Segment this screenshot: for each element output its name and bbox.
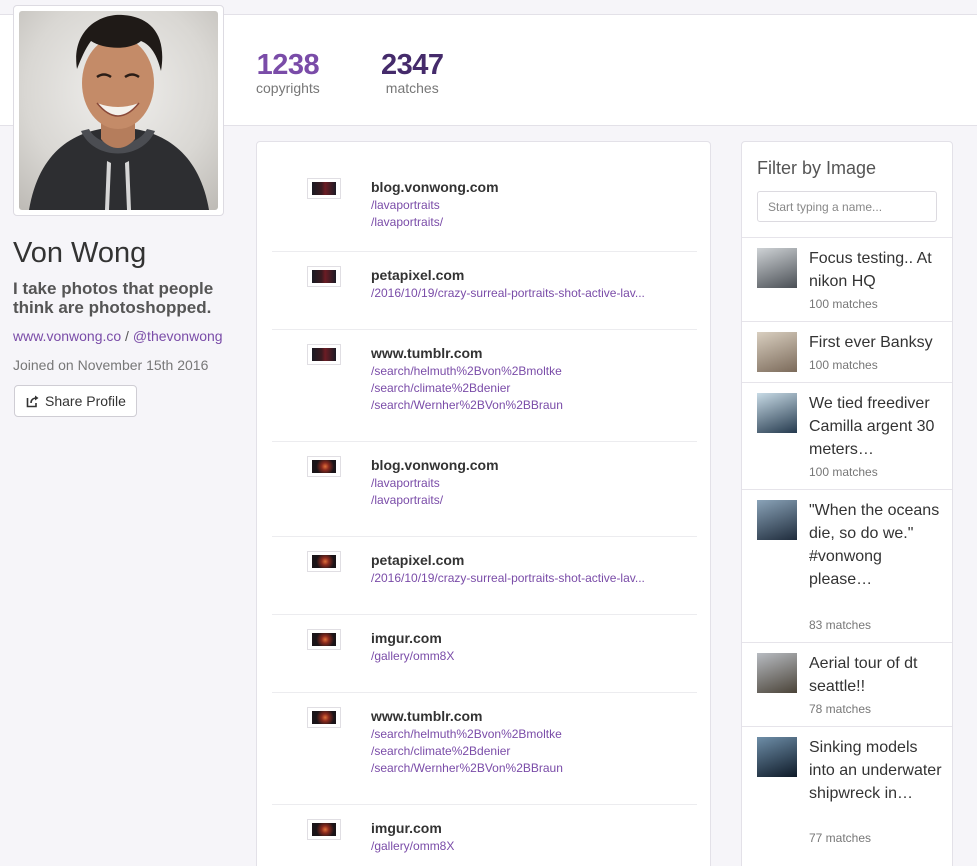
match-path-link[interactable]: /search/Wernher%2BVon%2BBraun xyxy=(371,397,563,414)
share-icon xyxy=(26,395,39,408)
image-title: "When the oceans die, so do we." #vonwon… xyxy=(809,502,940,588)
share-profile-label: Share Profile xyxy=(45,393,126,409)
image-title: Aerial tour of dt seattle!! xyxy=(809,655,918,695)
match-path-link[interactable]: /search/helmuth%2Bvon%2Bmoltke xyxy=(371,363,562,380)
match-domain: www.tumblr.com xyxy=(371,708,483,724)
image-title: Focus testing.. At nikon HQ xyxy=(809,250,932,290)
website-link[interactable]: www.vonwong.co xyxy=(13,328,121,344)
match-row[interactable]: www.tumblr.com/search/helmuth%2Bvon%2Bmo… xyxy=(272,330,697,442)
image-thumbnail xyxy=(757,500,797,540)
filter-image-item[interactable]: Aerial tour of dt seattle!! 78 matches xyxy=(742,642,952,726)
match-domain: petapixel.com xyxy=(371,552,465,568)
filter-image-item[interactable]: Focus testing.. At nikon HQ 100 matches xyxy=(742,237,952,321)
matches-count: 2347 xyxy=(381,49,444,81)
image-match-count: 78 matches xyxy=(809,702,872,716)
handle-link[interactable]: @thevonwong xyxy=(133,328,223,344)
match-path-link[interactable]: /search/climate%2Bdenier xyxy=(371,380,510,397)
match-row[interactable]: blog.vonwong.com/lavaportraits/lavaportr… xyxy=(272,164,697,252)
image-title: First ever Banksy xyxy=(809,334,933,351)
image-match-count: 83 matches xyxy=(809,618,872,632)
match-path-link[interactable]: /lavaportraits xyxy=(371,475,440,492)
match-thumbnail[interactable] xyxy=(307,551,341,572)
filter-image-item[interactable]: We tied freediver Camilla argent 30 mete… xyxy=(742,382,952,489)
match-domain: blog.vonwong.com xyxy=(371,179,499,195)
image-thumbnail xyxy=(757,248,797,288)
match-path-link[interactable]: /search/climate%2Bdenier xyxy=(371,743,510,760)
image-match-count: 100 matches xyxy=(809,465,878,479)
filter-title: Filter by Image xyxy=(757,158,877,178)
match-path-link[interactable]: /gallery/omm8X xyxy=(371,838,454,855)
matches-list: blog.vonwong.com/lavaportraits/lavaportr… xyxy=(256,141,711,866)
match-path-link[interactable]: /gallery/omm8X xyxy=(371,648,454,665)
match-row[interactable]: imgur.com/gallery/omm8X xyxy=(272,615,697,693)
match-domain: www.tumblr.com xyxy=(371,345,483,361)
image-search-input[interactable] xyxy=(757,191,937,222)
filter-by-image-panel: Filter by Image Focus testing.. At nikon… xyxy=(741,141,953,866)
match-path-link[interactable]: /search/Wernher%2BVon%2BBraun xyxy=(371,760,563,777)
image-thumbnail xyxy=(757,653,797,693)
match-domain: imgur.com xyxy=(371,820,442,836)
match-thumbnail[interactable] xyxy=(307,819,341,840)
match-thumbnail[interactable] xyxy=(307,178,341,199)
profile-links: www.vonwong.co / @thevonwong xyxy=(13,328,223,344)
match-thumbnail[interactable] xyxy=(307,629,341,650)
match-row[interactable]: imgur.com/gallery/omm8X xyxy=(272,805,697,866)
matches-stat[interactable]: 2347 matches xyxy=(381,50,444,96)
image-thumbnail xyxy=(757,737,797,777)
image-title: Sinking models into an underwater shipwr… xyxy=(809,739,942,802)
filter-image-item[interactable]: "When the oceans die, so do we." #vonwon… xyxy=(742,489,952,642)
image-match-count: 100 matches xyxy=(809,358,878,372)
match-thumbnail[interactable] xyxy=(307,266,341,287)
image-title: We tied freediver Camilla argent 30 mete… xyxy=(809,395,935,458)
match-path-link[interactable]: /lavaportraits/ xyxy=(371,492,443,509)
match-path-link[interactable]: /2016/10/19/crazy-surreal-portraits-shot… xyxy=(371,285,645,302)
match-row[interactable]: blog.vonwong.com/lavaportraits/lavaportr… xyxy=(272,442,697,537)
share-profile-button[interactable]: Share Profile xyxy=(14,385,137,417)
match-row[interactable]: petapixel.com/2016/10/19/crazy-surreal-p… xyxy=(272,537,697,615)
link-separator: / xyxy=(121,328,133,344)
match-path-link[interactable]: /search/helmuth%2Bvon%2Bmoltke xyxy=(371,726,562,743)
matches-label: matches xyxy=(385,80,439,96)
joined-date: Joined on November 15th 2016 xyxy=(13,357,209,373)
match-row[interactable]: petapixel.com/2016/10/19/crazy-surreal-p… xyxy=(272,252,697,330)
match-thumbnail[interactable] xyxy=(307,707,341,728)
match-domain: petapixel.com xyxy=(371,267,465,283)
copyrights-count: 1238 xyxy=(256,49,320,81)
profile-bio: I take photos that people think are phot… xyxy=(13,279,214,317)
image-match-count: 77 matches xyxy=(809,831,872,845)
filter-image-item[interactable]: Sinking models into an underwater shipwr… xyxy=(742,726,952,855)
match-path-link[interactable]: /lavaportraits xyxy=(371,197,440,214)
profile-name: Von Wong xyxy=(13,237,147,269)
match-thumbnail[interactable] xyxy=(307,344,341,365)
match-domain: blog.vonwong.com xyxy=(371,457,499,473)
image-thumbnail xyxy=(757,393,797,433)
filter-image-item[interactable]: First ever Banksy 100 matches xyxy=(742,321,952,382)
match-row[interactable]: www.tumblr.com/search/helmuth%2Bvon%2Bmo… xyxy=(272,693,697,805)
match-path-link[interactable]: /lavaportraits/ xyxy=(371,214,443,231)
image-thumbnail xyxy=(757,332,797,372)
match-thumbnail[interactable] xyxy=(307,456,341,477)
copyrights-label: copyrights xyxy=(256,80,320,96)
avatar xyxy=(19,11,218,210)
match-domain: imgur.com xyxy=(371,630,442,646)
match-path-link[interactable]: /2016/10/19/crazy-surreal-portraits-shot… xyxy=(371,570,645,587)
copyrights-stat[interactable]: 1238 copyrights xyxy=(256,50,320,96)
image-match-count: 100 matches xyxy=(809,297,878,311)
avatar-frame xyxy=(13,5,224,216)
